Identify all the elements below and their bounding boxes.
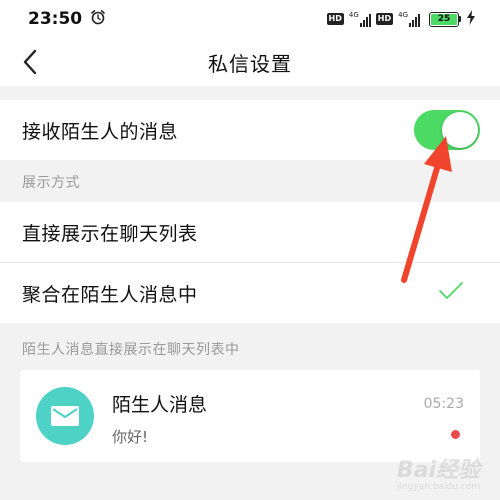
preview-header: 陌生人消息直接展示在聊天列表中 (22, 342, 240, 358)
navigation-bar: 私信设置 (0, 38, 500, 86)
status-time: 23:50 (28, 9, 83, 29)
watermark-brand: Bai经验 (396, 458, 480, 483)
chevron-left-icon (23, 49, 37, 75)
status-right: HD 4G HD 4G 25 (326, 9, 476, 29)
option-aggregate-label: 聚合在陌生人消息中 (22, 283, 198, 306)
watermark-logo: Bai经验 jingyan.baidu.com (396, 452, 480, 492)
network-type-label: 4G (348, 11, 359, 19)
status-left: 23:50 (28, 9, 106, 29)
lightning-icon (466, 9, 476, 29)
page-title: 私信设置 (208, 51, 292, 76)
card-message: 你好! (112, 428, 149, 446)
back-button[interactable] (16, 46, 44, 78)
envelope-icon (51, 406, 79, 426)
unread-dot (451, 430, 460, 439)
receive-strangers-toggle[interactable] (414, 110, 480, 150)
battery-icon: 25 (429, 11, 461, 27)
option-aggregate-row[interactable]: 聚合在陌生人消息中 (0, 263, 500, 323)
option-direct-label: 直接展示在聊天列表 (22, 222, 198, 245)
receive-strangers-row: 接收陌生人的消息 (0, 100, 500, 160)
hd-badge: HD (326, 13, 344, 25)
card-time: 05:23 (423, 396, 464, 412)
stranger-messages-preview-card[interactable]: 陌生人消息 你好! 05:23 (20, 370, 480, 462)
status-bar: 23:50 HD 4G HD 4G 25 (0, 0, 500, 38)
checkmark-icon (438, 281, 464, 305)
watermark-sub: jingyan.baidu.com (396, 482, 480, 492)
hd-badge: HD (375, 13, 394, 25)
alarm-clock-icon (90, 9, 106, 29)
battery-level: 25 (431, 13, 457, 25)
receive-strangers-label: 接收陌生人的消息 (22, 120, 179, 143)
toggle-knob (442, 112, 478, 148)
card-title: 陌生人消息 (112, 394, 208, 416)
signal-group-2: 4G (398, 11, 420, 27)
signal-bars-icon (359, 13, 371, 27)
signal-bars-icon (409, 13, 420, 27)
network-type-label: 4G (398, 11, 408, 19)
display-mode-header: 展示方式 (22, 175, 80, 191)
option-direct-row[interactable]: 直接展示在聊天列表 (0, 202, 500, 262)
avatar (36, 387, 94, 445)
signal-group-1: 4G (349, 11, 371, 27)
